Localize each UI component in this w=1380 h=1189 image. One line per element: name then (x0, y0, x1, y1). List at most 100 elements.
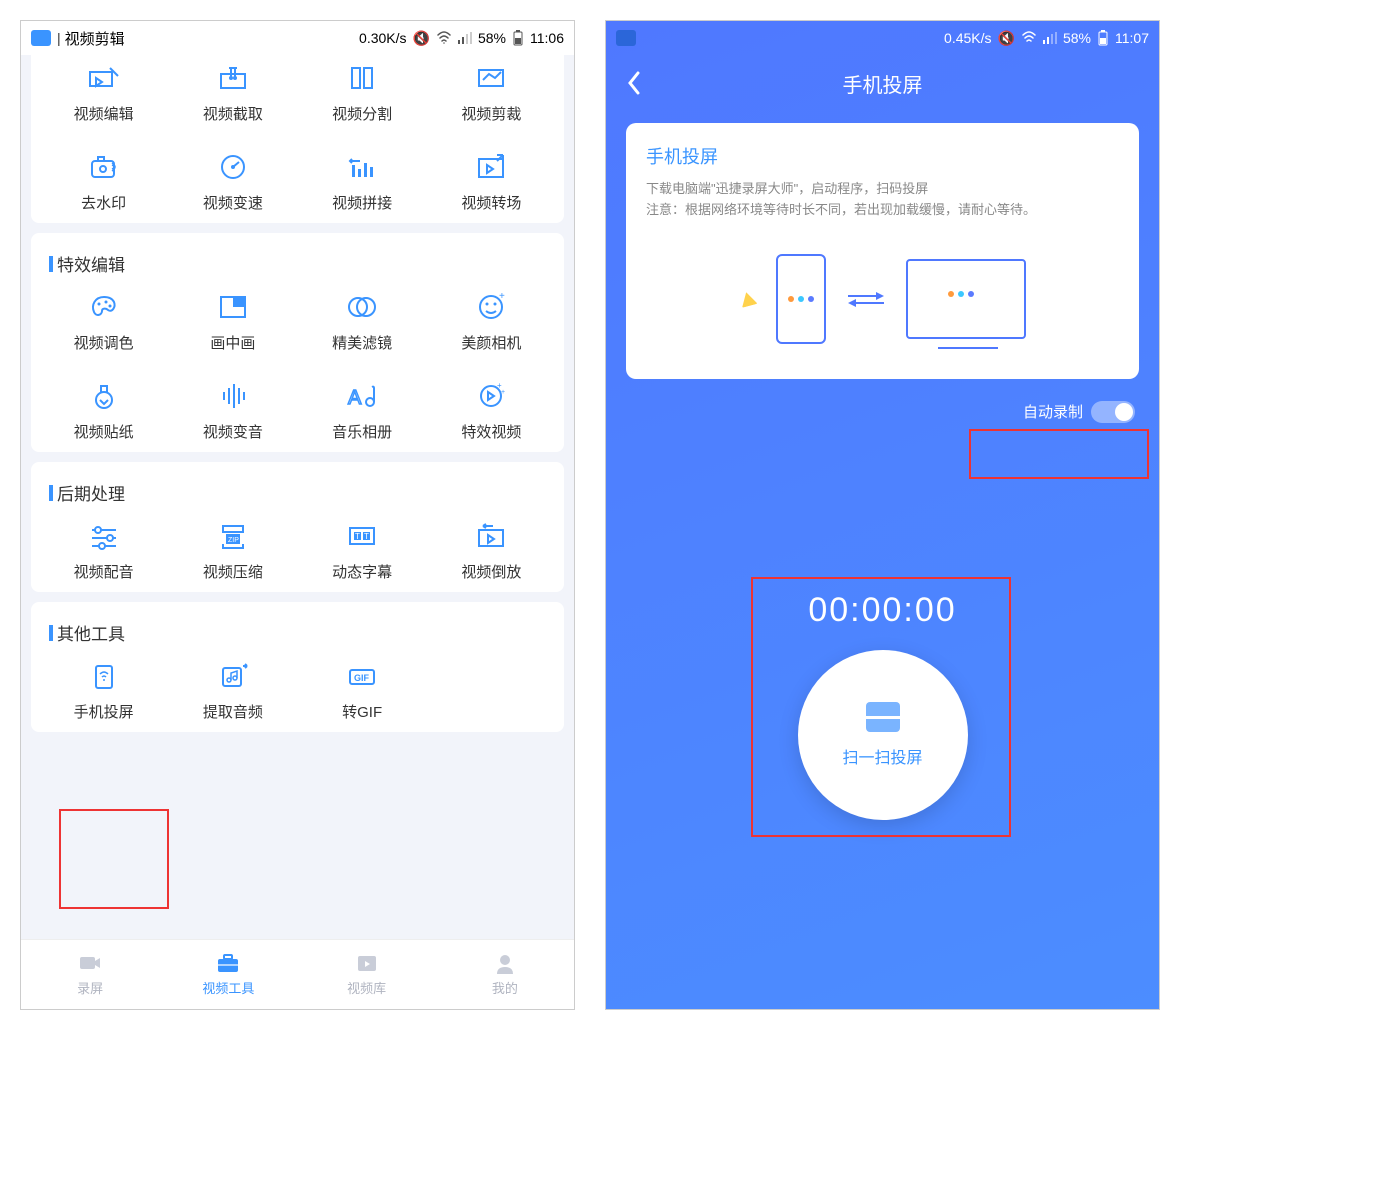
voice-icon (215, 381, 251, 411)
tool-filter[interactable]: 精美滤镜 (298, 292, 427, 353)
tool-extract-audio[interactable]: 提取音频 (168, 661, 297, 722)
battery-pct: 58% (478, 30, 506, 46)
nav-label: 录屏 (77, 978, 103, 997)
tool-pip[interactable]: 画中画 (168, 292, 297, 353)
record-icon (78, 952, 102, 974)
tool-label: 特效视频 (461, 421, 521, 442)
tool-label: 手机投屏 (74, 701, 134, 722)
toolbox-icon (216, 952, 240, 974)
tool-label: 视频编辑 (74, 103, 134, 124)
nav-record[interactable]: 录屏 (21, 940, 159, 1009)
tool-label: 视频压缩 (203, 561, 263, 582)
status-title: 视频剪辑 (65, 28, 125, 49)
tool-to-gif[interactable]: GIF 转GIF (298, 661, 427, 722)
watermark-icon (86, 152, 122, 182)
battery-pct: 58% (1063, 30, 1091, 46)
svg-text:ZIP: ZIP (228, 537, 239, 544)
back-button[interactable] (626, 71, 642, 95)
auto-record-toggle[interactable] (1091, 401, 1135, 423)
card-text-1: 下载电脑端"迅捷录屏大师"，启动程序，扫码投屏 (646, 179, 1119, 200)
tool-cast-screen[interactable]: 手机投屏 (39, 661, 168, 722)
svg-text:+: + (499, 293, 505, 302)
svg-text:A: A (348, 387, 362, 409)
clock: 11:07 (1115, 30, 1149, 46)
tool-subtitle[interactable]: TT 动态字幕 (298, 521, 427, 582)
status-bar: | 视频剪辑 0.30K/s 🔇 58% 11:06 (21, 21, 574, 55)
tool-music-album[interactable]: A 音乐相册 (298, 381, 427, 442)
highlight-cast-tool (59, 809, 169, 909)
arrow-icon (846, 289, 886, 309)
tool-label: 视频倒放 (461, 561, 521, 582)
music-album-icon: A (344, 381, 380, 411)
section-title: 其他工具 (57, 620, 125, 645)
section-video-edit: 视频编辑 视频截取 视频分割 视频剪裁 去水印 视频变速 (31, 55, 564, 223)
filter-icon (344, 292, 380, 322)
tool-effect-video[interactable]: ++ 特效视频 (427, 381, 556, 442)
decoration-triangle (738, 290, 757, 308)
extract-audio-icon (215, 661, 251, 691)
tool-remove-watermark[interactable]: 去水印 (39, 152, 168, 213)
card-text-2: 注意：根据网络环境等待时长不同，若出现加载缓慢，请耐心等待。 (646, 200, 1119, 221)
tool-video-capture[interactable]: 视频截取 (168, 63, 297, 124)
transition-icon (473, 152, 509, 182)
tool-label: 视频转场 (461, 192, 521, 213)
tool-dubbing[interactable]: 视频配音 (39, 521, 168, 582)
dubbing-icon (86, 521, 122, 551)
battery-icon (1097, 30, 1109, 46)
auto-record-label: 自动录制 (1023, 401, 1083, 422)
illustration-phone (776, 254, 826, 344)
svg-text:T: T (364, 532, 369, 541)
tool-label: 动态字幕 (332, 561, 392, 582)
gif-icon: GIF (344, 661, 380, 691)
capture-icon (215, 63, 251, 93)
tool-label: 视频截取 (203, 103, 263, 124)
tool-video-speed[interactable]: 视频变速 (168, 152, 297, 213)
nav-label: 视频库 (347, 978, 386, 997)
app-icon (616, 30, 636, 46)
tool-video-split[interactable]: 视频分割 (298, 63, 427, 124)
mute-icon: 🔇 (998, 30, 1015, 47)
info-card: 手机投屏 下载电脑端"迅捷录屏大师"，启动程序，扫码投屏 注意：根据网络环境等待… (626, 123, 1139, 379)
nav-mine[interactable]: 我的 (436, 940, 574, 1009)
tool-video-transition[interactable]: 视频转场 (427, 152, 556, 213)
cast-illustration (646, 239, 1119, 359)
tool-video-crop[interactable]: 视频剪裁 (427, 63, 556, 124)
tool-reverse[interactable]: 视频倒放 (427, 521, 556, 582)
tool-label: 视频变音 (203, 421, 263, 442)
tool-label: 视频变速 (203, 192, 263, 213)
page-header: 手机投屏 (606, 55, 1159, 111)
tool-label: 视频分割 (332, 103, 392, 124)
nav-label: 视频工具 (202, 978, 254, 997)
svg-text:T: T (355, 532, 360, 541)
battery-icon (512, 30, 524, 46)
tool-label: 视频调色 (74, 332, 134, 353)
tool-color-adjust[interactable]: 视频调色 (39, 292, 168, 353)
mute-icon: 🔇 (413, 30, 430, 47)
tool-label: 音乐相册 (332, 421, 392, 442)
svg-text:GIF: GIF (354, 673, 370, 683)
tool-label: 视频配音 (74, 561, 134, 582)
stitch-icon (344, 152, 380, 182)
tool-label: 画中画 (210, 332, 255, 353)
section-title: 特效编辑 (57, 251, 125, 276)
tool-label: 视频贴纸 (74, 421, 134, 442)
tool-beauty-camera[interactable]: + 美颜相机 (427, 292, 556, 353)
app-icon (31, 30, 51, 46)
status-right: 0.30K/s 🔇 58% 11:06 (359, 30, 564, 47)
reverse-icon (473, 521, 509, 551)
tool-video-stitch[interactable]: 视频拼接 (298, 152, 427, 213)
split-icon (344, 63, 380, 93)
tool-video-edit[interactable]: 视频编辑 (39, 63, 168, 124)
tool-voice-change[interactable]: 视频变音 (168, 381, 297, 442)
tool-label: 精美滤镜 (332, 332, 392, 353)
tool-sticker[interactable]: 视频贴纸 (39, 381, 168, 442)
tool-label: 转GIF (342, 701, 382, 722)
tool-compress[interactable]: ZIP 视频压缩 (168, 521, 297, 582)
tool-label: 视频剪裁 (461, 103, 521, 124)
card-title: 手机投屏 (646, 143, 1119, 169)
sticker-icon (86, 381, 122, 411)
bottom-nav: 录屏 视频工具 视频库 我的 (21, 939, 574, 1009)
nav-video-tools[interactable]: 视频工具 (159, 940, 297, 1009)
nav-video-library[interactable]: 视频库 (298, 940, 436, 1009)
library-icon (355, 952, 379, 974)
